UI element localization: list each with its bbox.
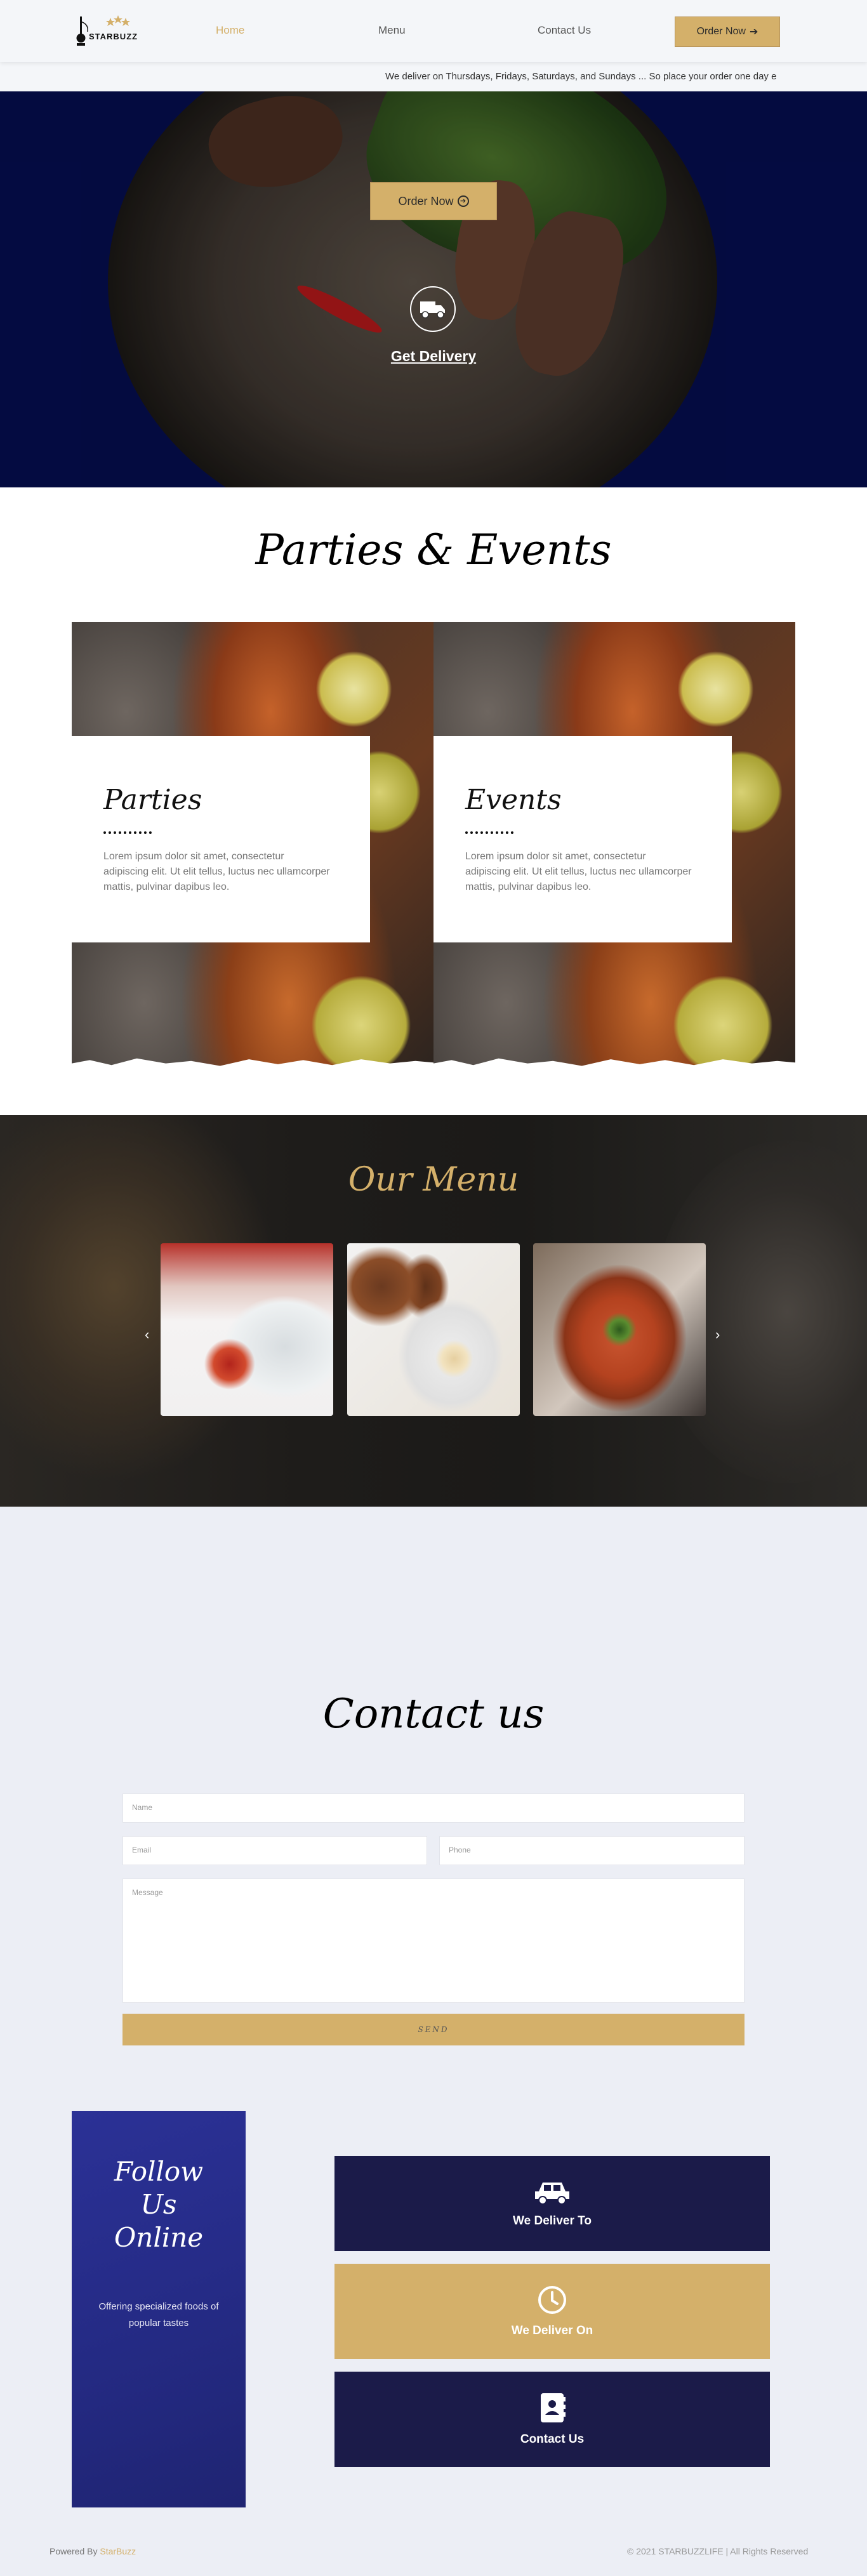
events-card: Events Lorem ipsum dolor sit amet, conse… [434, 622, 795, 1070]
footer-powered-by: Powered By StarBuzz [50, 2546, 136, 2556]
menu-item-image[interactable] [161, 1243, 333, 1416]
parties-card: Parties Lorem ipsum dolor sit amet, cons… [72, 622, 434, 1070]
car-icon [535, 2183, 569, 2205]
hero-order-label: Order Now [398, 194, 454, 208]
contact-book-icon [541, 2393, 566, 2422]
menu-item-image[interactable] [533, 1243, 706, 1416]
powered-by-prefix: Powered By [50, 2546, 98, 2556]
truck-icon[interactable] [410, 286, 456, 332]
contact-us-label: Contact Us [520, 2433, 585, 2446]
delivery-ticker: We deliver on Thursdays, Fridays, Saturd… [0, 62, 867, 91]
deliver-to-box[interactable]: We Deliver To [334, 2156, 770, 2251]
card-panel [434, 736, 732, 942]
site-logo[interactable]: STARBUZZ [75, 13, 151, 51]
header-order-button[interactable]: Order Now ➔ [675, 17, 780, 47]
hero-section: Order Now ➔ Get Delivery [0, 91, 867, 487]
nav-contact[interactable]: Contact Us [538, 24, 591, 37]
follow-title: Follow Us Online [72, 2155, 246, 2254]
card-text: Lorem ipsum dolor sit amet, consectetur … [465, 851, 692, 892]
arrow-right-icon: ➔ [749, 27, 758, 37]
deliver-on-label: We Deliver On [511, 2324, 593, 2337]
truck-icon-svg [420, 301, 445, 319]
email-field[interactable]: Email [122, 1836, 427, 1865]
contact-us-box[interactable]: Contact Us [334, 2372, 770, 2467]
follow-us-panel: Follow Us Online Offering specialized fo… [72, 2111, 246, 2507]
ticker-text: We deliver on Thursdays, Fridays, Saturd… [385, 71, 777, 82]
clock-icon [538, 2286, 566, 2314]
name-field[interactable]: Name [122, 1793, 745, 1823]
chevron-right-icon[interactable]: › [715, 1326, 720, 1343]
follow-subtitle: Offering specialized foods of popular ta… [98, 2301, 219, 2328]
header-order-label: Order Now [696, 26, 746, 37]
menu-item-image[interactable] [347, 1243, 520, 1416]
card-title: Parties [103, 784, 202, 816]
menu-title: Our Menu [348, 1161, 519, 1199]
nav-home[interactable]: Home [216, 24, 244, 37]
site-header: STARBUZZ Home Menu Contact Us Order Now … [0, 0, 867, 62]
chevron-left-icon[interactable]: ‹ [145, 1326, 149, 1343]
nav-menu[interactable]: Menu [378, 24, 406, 37]
footer-copyright: © 2021 STARBUZZLIFE | All Rights Reserve… [627, 2546, 809, 2556]
card-text: Lorem ipsum dolor sit amet, consectetur … [103, 851, 330, 892]
card-panel [72, 736, 370, 942]
send-button[interactable]: SEND [122, 2014, 745, 2045]
parties-title: Parties & Events [255, 525, 612, 574]
parties-events-section: Parties & Events Parties Lorem ipsum dol… [0, 487, 867, 1115]
powered-by-brand[interactable]: StarBuzz [100, 2546, 136, 2556]
follow-title-text: Follow Us Online [114, 2156, 204, 2253]
hero-order-button[interactable]: Order Now ➔ [370, 182, 497, 220]
menu-section: Our Menu ‹ › [0, 1115, 867, 1507]
arrow-circle-right-icon: ➔ [457, 195, 469, 207]
dotted-divider [465, 831, 513, 834]
deliver-to-label: We Deliver To [513, 2214, 592, 2228]
dotted-divider [103, 831, 152, 834]
message-field[interactable]: Message [122, 1879, 745, 2003]
phone-field[interactable]: Phone [439, 1836, 745, 1865]
contact-title: Contact us [322, 1691, 545, 1738]
logo-text: STARBUZZ [89, 32, 138, 41]
get-delivery-link[interactable]: Get Delivery [0, 348, 867, 365]
deliver-on-box[interactable]: We Deliver On [334, 2264, 770, 2359]
card-title: Events [465, 784, 562, 816]
